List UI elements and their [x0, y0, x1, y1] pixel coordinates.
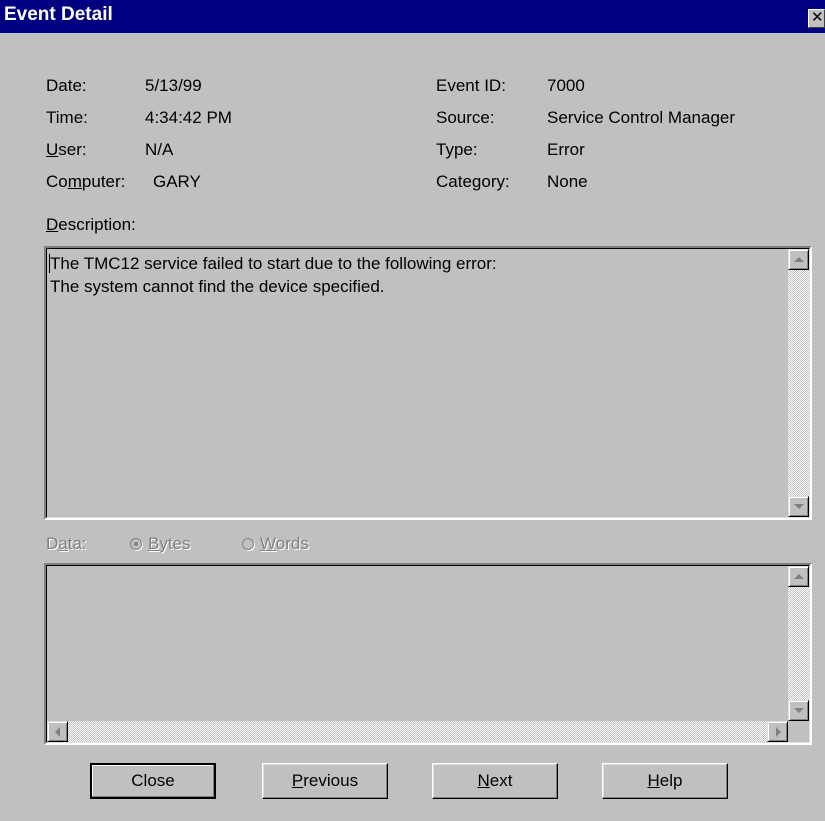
description-label: Description: [46, 215, 136, 234]
user-label: User: [46, 140, 87, 159]
title-bar [0, 0, 825, 33]
previous-button[interactable]: Previous [262, 763, 388, 799]
data-hscrollbar[interactable] [47, 721, 788, 742]
category-value: None [547, 172, 588, 191]
scroll-down-icon[interactable] [788, 700, 809, 721]
scroll-up-icon[interactable] [788, 566, 809, 587]
scroll-left-icon[interactable] [47, 721, 68, 742]
type-value: Error [547, 140, 585, 159]
help-button[interactable]: Help [602, 763, 728, 799]
date-label: Date: [46, 76, 87, 95]
scroll-up-icon[interactable] [788, 249, 809, 270]
source-value: Service Control Manager [547, 108, 736, 127]
type-label: Type: [436, 140, 478, 159]
bytes-radio[interactable]: Bytes [130, 533, 191, 555]
next-button[interactable]: Next [432, 763, 558, 799]
data-vscrollbar[interactable] [788, 566, 809, 721]
date-value: 5/13/99 [145, 76, 202, 95]
radio-icon [242, 538, 254, 550]
computer-label: Computer: [46, 172, 126, 191]
event-id-value: 7000 [547, 76, 585, 95]
scroll-right-icon[interactable] [767, 721, 788, 742]
description-scrollbar[interactable] [788, 249, 809, 517]
radio-icon [130, 538, 142, 550]
source-label: Source: [436, 108, 495, 127]
scroll-corner [788, 721, 809, 742]
category-label: Category: [436, 172, 510, 191]
window-title: Event Detail [4, 4, 113, 25]
description-text[interactable]: The TMC12 service failed to start due to… [50, 252, 497, 298]
data-label: Data: [46, 534, 87, 553]
user-value: N/A [145, 140, 174, 159]
close-icon[interactable]: ✕ [808, 9, 825, 28]
words-radio[interactable]: Words [242, 533, 309, 555]
description-box[interactable]: The TMC12 service failed to start due to… [44, 246, 812, 520]
computer-value: GARY [153, 172, 201, 191]
time-label: Time: [46, 108, 88, 127]
data-box[interactable] [44, 563, 812, 745]
description-line-1: The TMC12 service failed to start due to… [50, 254, 497, 273]
close-button[interactable]: Close [90, 763, 216, 799]
description-line-2: The system cannot find the device specif… [50, 277, 385, 296]
event-id-label: Event ID: [436, 76, 506, 95]
time-value: 4:34:42 PM [145, 108, 232, 127]
scroll-down-icon[interactable] [788, 496, 809, 517]
